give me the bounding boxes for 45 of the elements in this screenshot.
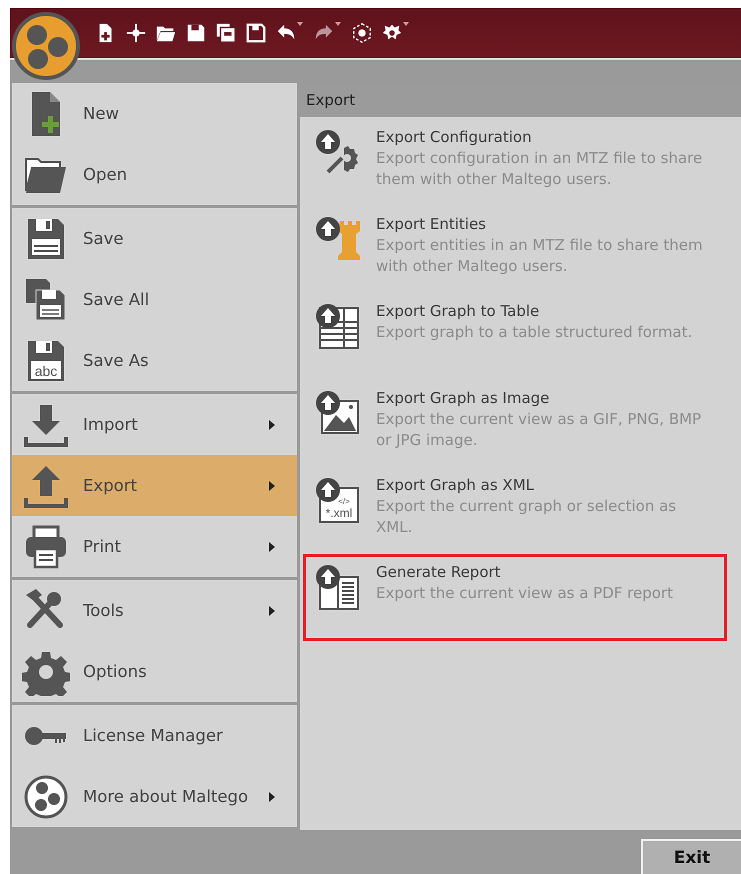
option-description: Export the current view as a PDF report: [376, 583, 674, 604]
export-option[interactable]: Export Graph as Image Export the current view as a GIF, PNG, BMP or JPG image.: [303, 380, 727, 467]
node-tool-icon[interactable]: [125, 22, 147, 44]
option-title: Export Entities: [376, 214, 487, 235]
saveas-tool-icon[interactable]: [245, 22, 267, 44]
dropdown-caret-icon[interactable]: [297, 22, 303, 26]
export-option[interactable]: Export Entities Export entities in an MTZ file to share them with other Maltego users.: [303, 206, 727, 293]
menu-item[interactable]: More about Maltego: [12, 766, 297, 827]
menu-item[interactable]: Save: [12, 208, 297, 269]
export-option[interactable]: Generate Report Export the current view as a PDF report: [303, 554, 727, 641]
option-title: Generate Report: [376, 562, 502, 583]
option-title: Export Configuration: [376, 127, 533, 148]
menu-item[interactable]: abc Save As: [12, 330, 297, 391]
image-export-icon: [314, 389, 362, 437]
option-description: Export entities in an MTZ file to share them with other Maltego users.: [376, 235, 704, 277]
about-icon: [22, 772, 70, 820]
menu-item[interactable]: Print: [12, 516, 297, 577]
saveall-tool-icon[interactable]: [215, 22, 237, 44]
report-export-icon: [314, 563, 362, 611]
menu-item[interactable]: License Manager: [12, 705, 297, 766]
export-option[interactable]: </> *.xml Export Graph as XML Export the current graph or selection as XML.: [303, 467, 727, 554]
option-title: Export Graph as XML: [376, 475, 535, 496]
option-title: Export Graph as Image: [376, 388, 550, 409]
app-logo-icon[interactable]: [12, 12, 80, 80]
export-option[interactable]: Export Configuration Export configuration in an MTZ file to share them with other Maltego users.: [303, 119, 727, 206]
menu-item[interactable]: Import: [12, 394, 297, 455]
option-description: Export graph to a table structured format.: [376, 322, 694, 343]
menu-item[interactable]: Options: [12, 641, 297, 702]
save-tool-icon[interactable]: [185, 22, 207, 44]
option-description: Export configuration in an MTZ file to share them with other Maltego users.: [376, 148, 704, 190]
option-description: Export the current view as a GIF, PNG, BMP or JPG image.: [376, 409, 702, 451]
option-description: Export the current graph or selection as XML.: [376, 496, 678, 538]
submenu-header: Export: [300, 83, 741, 117]
entities-export-icon: [314, 215, 362, 263]
option-title: Export Graph to Table: [376, 301, 540, 322]
table-export-icon: [314, 302, 362, 350]
menu-item[interactable]: New: [12, 83, 297, 144]
menu-item[interactable]: Save All: [12, 269, 297, 330]
layout-tool-icon[interactable]: [351, 22, 373, 44]
menu-item[interactable]: Open: [12, 144, 297, 205]
exit-button[interactable]: Exit: [641, 839, 741, 874]
menu-item[interactable]: Export: [12, 455, 297, 516]
menu-item[interactable]: Tools: [12, 580, 297, 641]
export-option[interactable]: Export Graph to Table Export graph to a table structured format.: [303, 293, 727, 380]
dropdown-caret-icon[interactable]: [403, 22, 409, 26]
